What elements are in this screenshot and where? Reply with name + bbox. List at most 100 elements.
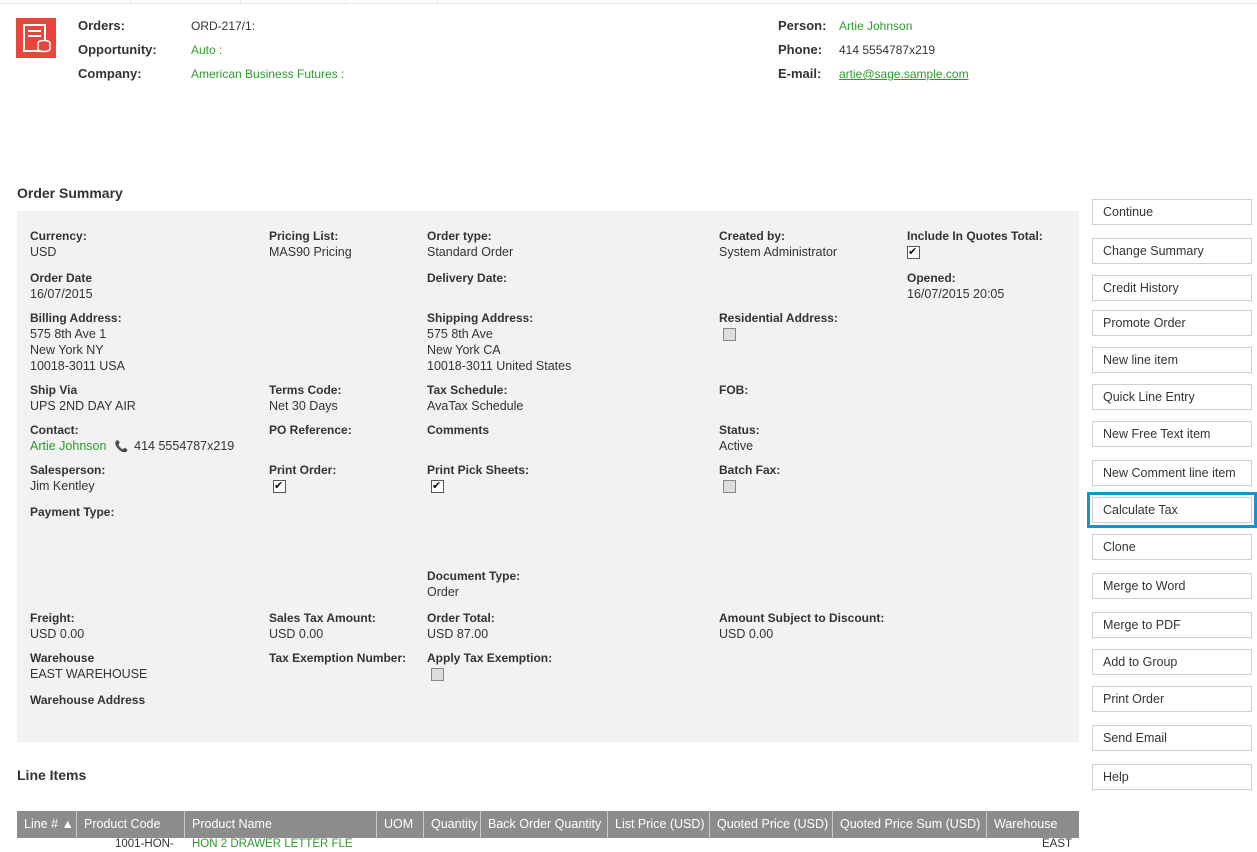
shipping-line-1: 575 8th Ave: [427, 327, 493, 341]
sales-tax-field: Sales Tax Amount: USD 0.00: [269, 610, 376, 642]
contact-field: Contact: Artie Johnson 📞 414 5554787x219: [30, 422, 234, 455]
new-line-item-button[interactable]: New line item: [1092, 347, 1252, 373]
pricing-list-label: Pricing List:: [269, 229, 339, 243]
col-warehouse[interactable]: Warehouse: [987, 811, 1079, 838]
new-comment-line-item-button[interactable]: New Comment line item: [1092, 460, 1252, 486]
merge-to-pdf-button[interactable]: Merge to PDF: [1092, 612, 1252, 638]
residential-address-field: Residential Address:: [719, 310, 838, 345]
opportunity-label: Opportunity:: [78, 42, 157, 57]
document-type-value: Order: [427, 585, 459, 599]
col-back-order-quantity[interactable]: Back Order Quantity: [481, 811, 608, 838]
sales-tax-value: USD 0.00: [269, 627, 324, 641]
residential-address-label: Residential Address:: [719, 311, 838, 325]
print-order-checkbox[interactable]: [273, 478, 286, 494]
col-product-name[interactable]: Product Name: [185, 811, 377, 838]
top-tab-strip: [0, 0, 1257, 4]
shipping-line-3: 10018-3011 United States: [427, 359, 572, 373]
calculate-tax-button[interactable]: Calculate Tax: [1087, 492, 1257, 528]
tax-exemption-number-field: Tax Exemption Number:: [269, 650, 406, 666]
status-label: Status:: [719, 423, 760, 437]
line-items-header: Line # ▲ Product Code Product Name UOM Q…: [17, 811, 1079, 838]
credit-history-button[interactable]: Credit History: [1092, 275, 1252, 301]
tab-separator: [130, 0, 131, 4]
order-type-field: Order type: Standard Order: [427, 228, 513, 260]
fob-label: FOB:: [719, 383, 749, 397]
ship-via-value: UPS 2ND DAY AIR: [30, 399, 136, 413]
apply-tax-exemption-checkbox[interactable]: [431, 668, 444, 681]
promote-order-button[interactable]: Promote Order: [1092, 310, 1252, 336]
terms-code-field: Terms Code: Net 30 Days: [269, 382, 341, 414]
opportunity-link[interactable]: Auto :: [191, 42, 222, 58]
print-order-label: Print Order:: [269, 463, 337, 477]
clone-button[interactable]: Clone: [1092, 534, 1252, 560]
contact-link[interactable]: Artie Johnson: [30, 439, 106, 453]
col-line-number-label: Line #: [24, 817, 59, 831]
billing-line-1: 575 8th Ave 1: [30, 327, 107, 341]
row-product-name-link[interactable]: HON 2 DRAWER LETTER FLE: [192, 838, 353, 850]
opened-value: 16/07/2015 20:05: [907, 287, 1005, 301]
created-by-field: Created by: System Administrator: [719, 228, 837, 260]
table-row[interactable]: 1001-HON- HON 2 DRAWER LETTER FLE EAST: [17, 838, 1079, 852]
col-line-number[interactable]: Line # ▲: [17, 811, 77, 838]
payment-type-field: Payment Type:: [30, 504, 114, 520]
contact-phone: 414 5554787x219: [134, 439, 235, 453]
document-type-label: Document Type:: [427, 569, 521, 583]
phone-label: Phone:: [778, 42, 823, 57]
pricing-list-field: Pricing List: MAS90 Pricing: [269, 228, 352, 260]
col-product-code[interactable]: Product Code: [77, 811, 185, 838]
salesperson-value: Jim Kentley: [30, 479, 95, 493]
opened-field: Opened: 16/07/2015 20:05: [907, 270, 1004, 302]
include-quotes-checkbox[interactable]: [907, 244, 920, 260]
col-quantity[interactable]: Quantity: [424, 811, 481, 838]
quick-line-entry-button[interactable]: Quick Line Entry: [1092, 384, 1252, 410]
currency-value: USD: [30, 245, 57, 259]
col-quoted-price-sum[interactable]: Quoted Price Sum (USD): [833, 811, 987, 838]
line-items-title: Line Items: [17, 767, 87, 783]
document-type-field: Document Type: Order: [427, 568, 520, 600]
shipping-line-2: New York CA: [427, 343, 501, 357]
col-list-price[interactable]: List Price (USD): [608, 811, 710, 838]
salesperson-label: Salesperson:: [30, 463, 106, 477]
col-uom[interactable]: UOM: [377, 811, 424, 838]
company-link[interactable]: American Business Futures :: [191, 66, 344, 82]
apply-tax-exemption-field: Apply Tax Exemption:: [427, 650, 552, 685]
merge-to-word-button[interactable]: Merge to Word: [1092, 573, 1252, 599]
currency-field: Currency: USD: [30, 228, 87, 260]
sort-asc-icon: ▲: [61, 817, 74, 831]
person-label: Person:: [778, 18, 827, 33]
order-type-value: Standard Order: [427, 245, 514, 259]
row-product-code: 1001-HON-: [115, 838, 174, 850]
print-pick-sheets-field: Print Pick Sheets:: [427, 462, 529, 497]
warehouse-label: Warehouse: [30, 651, 95, 665]
contact-label: Contact:: [30, 423, 79, 437]
terms-code-value: Net 30 Days: [269, 399, 338, 413]
status-value: Active: [719, 439, 754, 453]
batch-fax-field: Batch Fax:: [719, 462, 780, 497]
new-free-text-item-button[interactable]: New Free Text item: [1092, 421, 1252, 447]
print-order-field: Print Order:: [269, 462, 336, 497]
col-quoted-price[interactable]: Quoted Price (USD): [710, 811, 833, 838]
tax-schedule-label: Tax Schedule:: [427, 383, 508, 397]
batch-fax-checkbox[interactable]: [723, 480, 736, 493]
order-date-value: 16/07/2015: [30, 287, 93, 301]
change-summary-button[interactable]: Change Summary: [1092, 238, 1252, 264]
include-quotes-label: Include In Quotes Total:: [907, 229, 1043, 243]
help-button[interactable]: Help: [1092, 764, 1252, 790]
ship-via-label: Ship Via: [30, 383, 78, 397]
continue-button[interactable]: Continue: [1092, 199, 1252, 225]
order-total-label: Order Total:: [427, 611, 495, 625]
opened-label: Opened:: [907, 271, 956, 285]
email-link[interactable]: artie@sage.sample.com: [839, 66, 969, 82]
residential-address-checkbox[interactable]: [723, 328, 736, 341]
print-pick-sheets-checkbox[interactable]: [431, 478, 444, 494]
delivery-date-label: Delivery Date:: [427, 271, 508, 285]
add-to-group-button[interactable]: Add to Group: [1092, 649, 1252, 675]
person-link[interactable]: Artie Johnson: [839, 18, 912, 34]
row-warehouse: EAST: [1042, 838, 1073, 850]
print-order-button[interactable]: Print Order: [1092, 686, 1252, 712]
company-label: Company:: [78, 66, 142, 81]
freight-label: Freight:: [30, 611, 75, 625]
send-email-button[interactable]: Send Email: [1092, 725, 1252, 751]
status-field: Status: Active: [719, 422, 760, 454]
order-total-field: Order Total: USD 87.00: [427, 610, 495, 642]
